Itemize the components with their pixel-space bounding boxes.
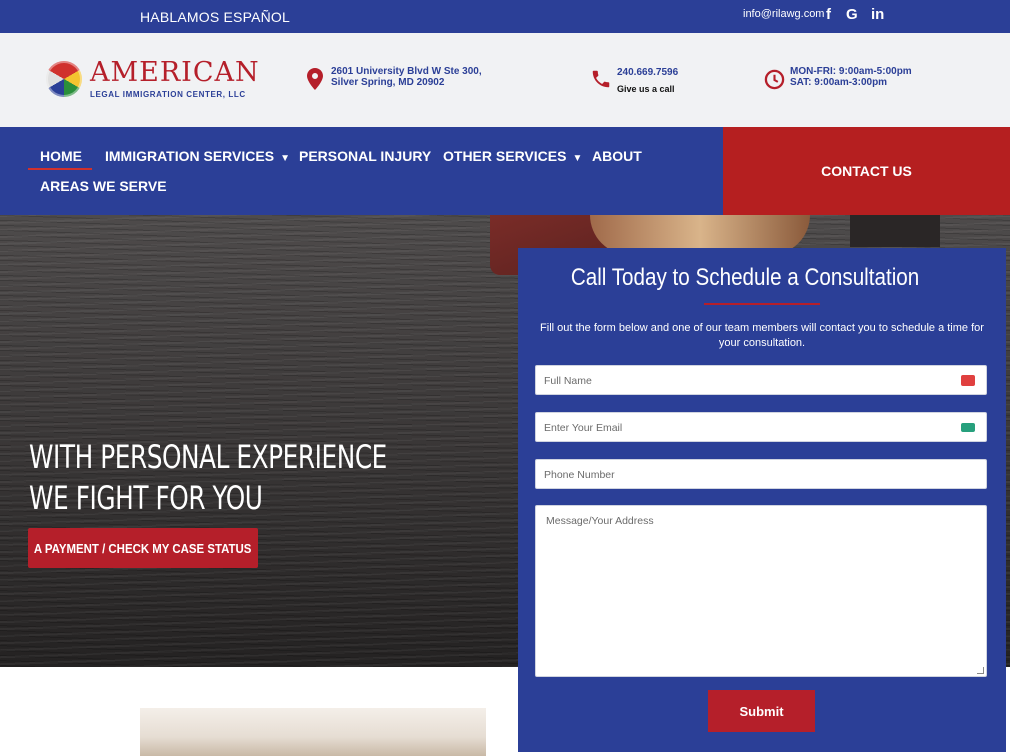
resize-handle[interactable] [977, 667, 984, 674]
hours-saturday: SAT: 9:00am-3:00pm [790, 77, 888, 88]
phone-icon [592, 70, 610, 88]
full-name-placeholder: Full Name [544, 375, 592, 387]
title-divider [704, 303, 820, 305]
language-link[interactable]: HABLAMOS ESPAÑOL [140, 9, 290, 25]
envelope-icon [961, 423, 975, 432]
logo-globe-icon[interactable] [46, 61, 82, 97]
facebook-icon[interactable]: f [826, 6, 831, 23]
address-line-1: 2601 University Blvd W Ste 300, [331, 66, 482, 77]
email-field[interactable]: Enter Your Email [535, 412, 987, 442]
hours-weekdays: MON-FRI: 9:00am-5:00pm [790, 66, 912, 77]
logo-subtitle: LEGAL IMMIGRATION CENTER, LLC [90, 90, 246, 99]
nav-label: HOME [40, 148, 82, 164]
phone-number[interactable]: 240.669.7596 [617, 67, 678, 78]
message-placeholder: Message/Your Address [546, 515, 654, 527]
caret-down-icon: ▼ [572, 153, 583, 164]
active-nav-indicator [28, 168, 92, 170]
phone-number-field[interactable]: Phone Number [535, 459, 987, 489]
logo-title[interactable]: AMERICAN [90, 57, 260, 88]
nav-item-about[interactable]: ABOUT [592, 148, 642, 164]
site-header: AMERICAN LEGAL IMMIGRATION CENTER, LLC 2… [0, 33, 1010, 127]
nav-label: OTHER SERVICES [443, 148, 567, 164]
hero-title-line-2: WE FIGHT FOR YOU [29, 479, 263, 517]
location-pin-icon [307, 68, 323, 90]
clock-icon [764, 69, 785, 90]
nav-item-personal-injury[interactable]: PERSONAL INJURY [299, 148, 431, 164]
caret-down-icon: ▼ [280, 153, 290, 164]
email-link[interactable]: info@rilawg.com [743, 8, 824, 20]
nav-label: IMMIGRATION SERVICES [105, 148, 275, 164]
payment-case-status-button[interactable]: A PAYMENT / CHECK MY CASE STATUS [28, 528, 258, 568]
gavel-handle-image [850, 215, 940, 247]
business-hours: MON-FRI: 9:00am-5:00pm SAT: 9:00am-3:00p… [790, 66, 912, 88]
form-description: Fill out the form below and one of our t… [540, 322, 984, 349]
content-photo [140, 708, 486, 756]
linkedin-icon[interactable]: in [871, 6, 884, 23]
hero-title-line-1: WITH PERSONAL EXPERIENCE [29, 438, 387, 476]
contact-us-button[interactable]: CONTACT US [723, 127, 1010, 215]
nav-item-home[interactable]: HOME [40, 148, 82, 164]
form-title: Call Today to Schedule a Consultation [570, 264, 920, 291]
google-icon[interactable]: G [846, 6, 858, 23]
autofill-icon [961, 375, 975, 386]
message-textarea[interactable]: Message/Your Address [535, 505, 987, 677]
phone-info: 240.669.7596 Give us a call [617, 67, 678, 95]
nav-label: ABOUT [592, 148, 642, 164]
submit-button[interactable]: Submit [708, 690, 815, 732]
top-bar: HABLAMOS ESPAÑOL info@rilawg.com f G in [0, 0, 1010, 33]
hero-title: WITH PERSONAL EXPERIENCE WE FIGHT FOR YO… [29, 437, 387, 519]
payment-button-label: A PAYMENT / CHECK MY CASE STATUS [34, 540, 252, 556]
nav-item-immigration-services[interactable]: IMMIGRATION SERVICES ▼ [105, 148, 290, 164]
phone-caption: Give us a call [617, 84, 675, 94]
email-placeholder: Enter Your Email [544, 422, 623, 434]
phone-placeholder: Phone Number [544, 469, 615, 481]
address: 2601 University Blvd W Ste 300, Silver S… [331, 66, 482, 88]
nav-item-other-services[interactable]: OTHER SERVICES ▼ [443, 148, 582, 164]
nav-item-areas-we-serve[interactable]: AREAS WE SERVE [40, 178, 167, 194]
nav-label: PERSONAL INJURY [299, 148, 432, 164]
full-name-field[interactable]: Full Name [535, 365, 987, 395]
nav-label: AREAS WE SERVE [40, 178, 167, 194]
address-line-2: Silver Spring, MD 20902 [331, 77, 445, 88]
consultation-form: Call Today to Schedule a Consultation Fi… [518, 248, 1006, 752]
main-nav: HOME IMMIGRATION SERVICES ▼ PERSONAL INJU… [0, 127, 723, 215]
